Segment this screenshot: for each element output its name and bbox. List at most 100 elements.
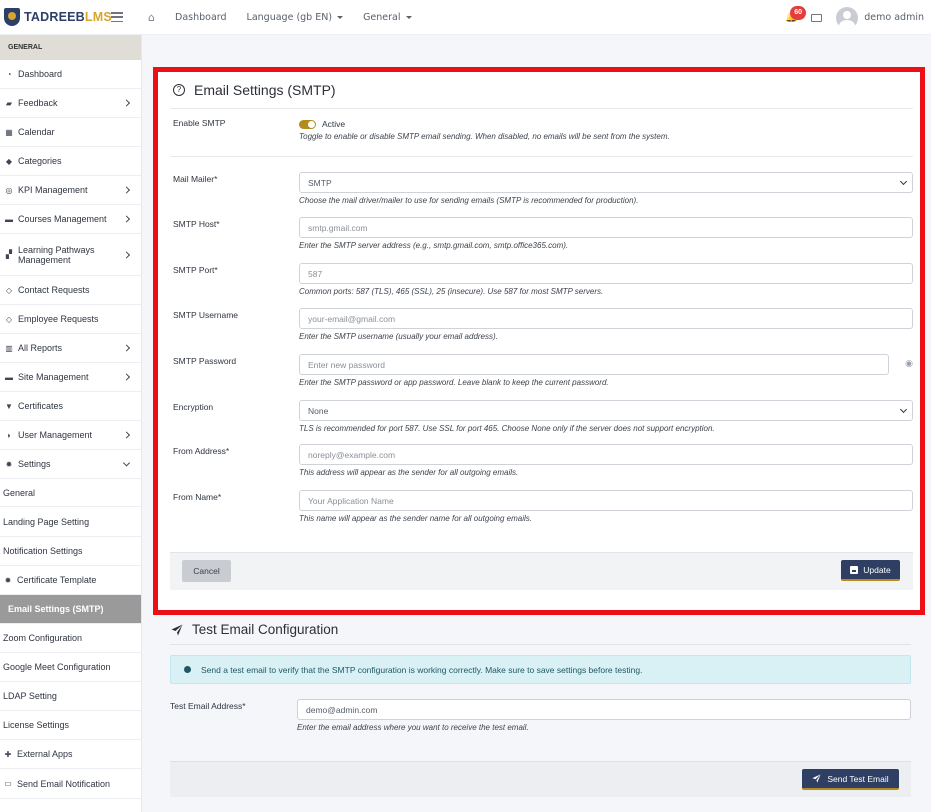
save-icon — [850, 565, 859, 574]
encryption-select[interactable]: None — [299, 400, 913, 421]
envelope-icon[interactable] — [811, 13, 823, 22]
sidebar-item-label: Certificates — [18, 401, 64, 411]
sidebar-subitem[interactable]: LDAP Setting — [0, 682, 141, 711]
bell-icon[interactable]: 🔔60 — [785, 5, 807, 24]
sidebar-item[interactable]: ◇ Contact Requests — [0, 276, 141, 305]
smtp-username-input[interactable]: your-email@gmail.com — [299, 308, 913, 329]
sidebar-item[interactable]: ▞ Learning Pathways Management — [0, 234, 141, 276]
test-card-footer: Send Test Email — [170, 761, 911, 797]
info-alert: Send a test email to verify that the SMT… — [170, 655, 911, 684]
sidebar-subitem-label: General — [3, 487, 36, 498]
sidebar-subitem-label: Landing Page Setting — [3, 516, 90, 527]
smtp-host-help: Enter the SMTP server address (e.g., smt… — [299, 241, 569, 250]
smtp-card-header: ? Email Settings (SMTP) — [170, 72, 913, 109]
menu-toggle-icon[interactable] — [111, 12, 123, 22]
smtp-password-input[interactable]: Enter new password — [299, 354, 889, 375]
calendar-icon: ▦ — [5, 127, 13, 137]
sidebar-item[interactable]: ◔ Dashboard — [0, 60, 141, 89]
chevron-right-icon — [122, 215, 131, 223]
sidebar-subitem-label: Notification Settings — [3, 546, 83, 556]
sidebar-item[interactable]: ✹ Settings — [0, 450, 141, 479]
from-name-input[interactable]: Your Application Name — [299, 490, 913, 511]
sidebar-item[interactable]: ▬ Site Management — [0, 363, 141, 392]
sidebar-subitem[interactable]: Landing Page Setting — [0, 507, 141, 537]
home-icon[interactable]: ⌂ — [148, 12, 159, 23]
logo-shield-icon — [4, 8, 20, 26]
sidebar-item-label: Dashboard — [18, 69, 63, 79]
from-name-label: From Name* — [173, 492, 222, 502]
sidebar-subitem[interactable]: ✚ External Apps — [0, 740, 141, 769]
sidebar-subitem[interactable]: General — [0, 479, 141, 507]
smtp-host-input[interactable]: smtp.gmail.com — [299, 217, 913, 238]
folder-icon: ▬ — [5, 372, 13, 382]
brand-name-part1: TADREEB — [24, 10, 85, 24]
sidebar-item[interactable]: ▼ Certificates — [0, 392, 141, 421]
sidebar-subitem[interactable]: Notification Settings — [0, 537, 141, 566]
smtp-port-input[interactable]: 587 — [299, 263, 913, 284]
test-email-help: Enter the email address where you want t… — [297, 723, 529, 732]
sidebar-subitem[interactable]: ✹ Certificate Template — [0, 566, 141, 595]
user-name[interactable]: demo admin — [864, 12, 924, 23]
sidebar-item[interactable]: ◗ User Management — [0, 421, 141, 450]
top-right-actions: 🔔60 demo admin — [785, 0, 924, 35]
sidebar-subitem[interactable]: Email Settings (SMTP) — [0, 595, 141, 624]
from-address-input[interactable]: noreply@example.com — [299, 444, 913, 465]
sidebar-subitem-label: External Apps — [17, 749, 73, 759]
test-card-header: Test Email Configuration — [170, 615, 911, 645]
sidebar-item-label: User Management — [18, 430, 93, 440]
enable-smtp-field: Active Toggle to enable or disable SMTP … — [299, 119, 913, 141]
sidebar-item[interactable]: ◎ KPI Management — [0, 176, 141, 205]
sidebar-item[interactable]: ▥ All Reports — [0, 334, 141, 363]
sidebar-item-label: Categories — [18, 156, 62, 166]
sidebar-item-label: Feedback — [18, 98, 58, 108]
tag-icon: ◇ — [5, 285, 13, 295]
gear-icon: ✹ — [5, 459, 13, 469]
page-title: Email Settings (SMTP) — [194, 82, 336, 98]
sidebar-item-label: All Reports — [18, 343, 63, 353]
sidebar-subitem[interactable]: Zoom Configuration — [0, 624, 141, 653]
sidebar-item[interactable]: ▦ Calendar — [0, 118, 141, 147]
shield-icon: ◗ — [6, 430, 12, 440]
sidebar-subitem-label: Email Settings (SMTP) — [8, 604, 104, 614]
target-icon: ◎ — [5, 185, 13, 195]
general-dropdown[interactable]: General — [363, 12, 412, 23]
sidebar-item[interactable]: ▰ Feedback — [0, 89, 141, 118]
sidebar-item[interactable]: ▬ Courses Management — [0, 205, 141, 234]
smtp-card-footer: Cancel Update — [170, 552, 913, 590]
caret-down-icon — [337, 15, 344, 19]
sidebar-item[interactable]: ◆ Categories — [0, 147, 141, 176]
language-dropdown[interactable]: Language (‫gb‬ EN) — [247, 12, 344, 23]
sidebar-subitem[interactable]: License Settings — [0, 711, 141, 740]
sidebar-subitem-label: LDAP Setting — [3, 691, 57, 701]
sidebar-item[interactable]: ◇ Employee Requests — [0, 305, 141, 334]
book-icon: ▬ — [5, 214, 13, 224]
nav-dashboard[interactable]: Dashboard — [175, 12, 227, 23]
top-navbar: TADREEBLMS ⌂ Dashboard Language (‫gb‬ EN… — [0, 0, 931, 35]
brand-name-part2: LMS — [84, 10, 112, 24]
send-test-email-button[interactable]: Send Test Email — [802, 769, 899, 790]
chevron-right-icon — [122, 99, 131, 107]
update-button[interactable]: Update — [841, 560, 900, 581]
top-nav: Dashboard Language (‫gb‬ EN) General — [175, 12, 432, 23]
eye-icon[interactable]: ◉ — [905, 359, 913, 369]
sidebar-subitem[interactable]: Google Meet Configuration — [0, 653, 141, 682]
sidebar-item-label: Site Management — [18, 372, 89, 382]
smtp-password-help: Enter the SMTP password or app password.… — [299, 378, 609, 387]
test-email-input[interactable]: demo@admin.com — [297, 699, 911, 720]
chart-icon: ▥ — [5, 343, 13, 353]
enable-smtp-help: Toggle to enable or disable SMTP email s… — [299, 132, 670, 141]
mail-mailer-select[interactable]: SMTP — [299, 172, 913, 193]
smtp-password-label: SMTP Password — [173, 356, 237, 366]
paper-plane-icon — [171, 624, 183, 635]
test-email-label: Test Email Address* — [170, 701, 246, 711]
avatar[interactable] — [836, 6, 859, 29]
cancel-button[interactable]: Cancel — [182, 560, 231, 582]
trophy-icon: ▼ — [5, 401, 13, 411]
info-alert-text: Send a test email to verify that the SMT… — [201, 664, 643, 675]
smtp-toggle-switch[interactable] — [299, 119, 316, 129]
smtp-host-label: SMTP Host* — [173, 219, 220, 229]
mail-mailer-help: Choose the mail driver/mailer to use for… — [299, 196, 639, 205]
sidebar-item-label: Contact Requests — [18, 285, 90, 295]
chevron-right-icon — [122, 186, 131, 194]
sidebar-subitem[interactable]: ▭ Send Email Notification — [0, 769, 141, 799]
